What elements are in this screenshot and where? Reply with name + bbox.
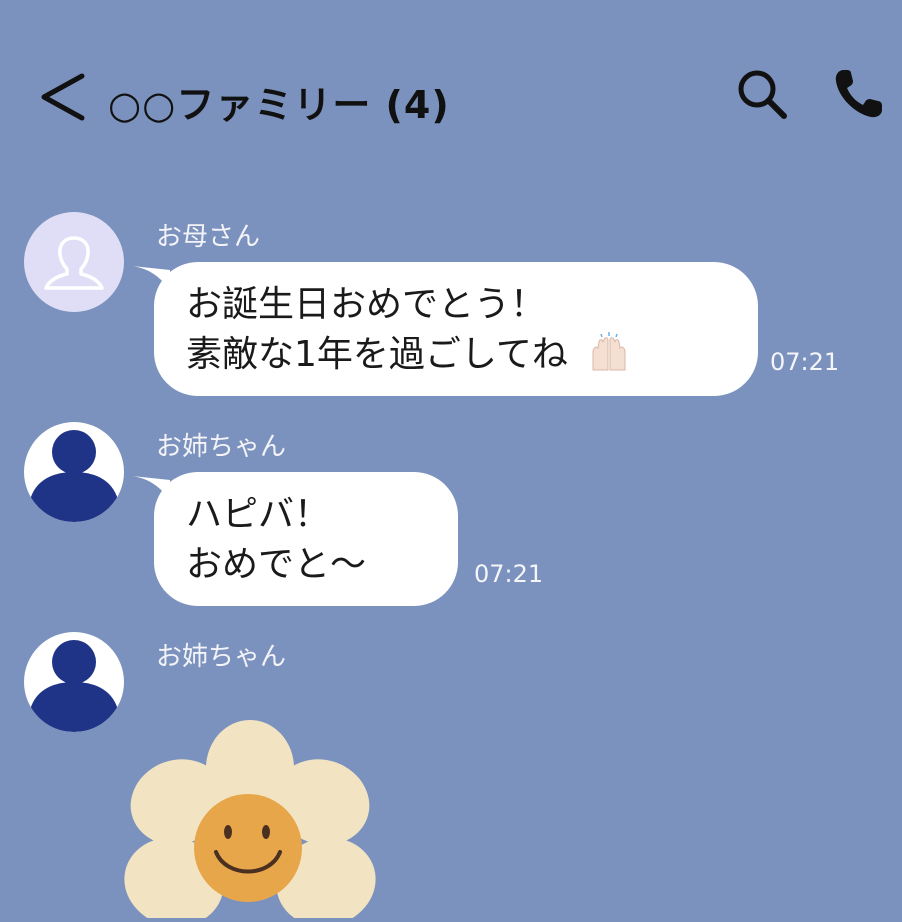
search-icon: [738, 70, 787, 119]
message-bubble[interactable]: お誕生日おめでとう！ 素敵な1年を過ごしてね: [132, 262, 758, 396]
smiling-flower-sticker: [124, 720, 376, 922]
bubble-tail: [132, 266, 170, 290]
search-button[interactable]: [732, 64, 792, 124]
bubble-tail: [132, 476, 170, 500]
phone-icon: [835, 70, 882, 118]
chat-header: ○○ファミリー (4): [0, 0, 902, 200]
call-button[interactable]: [830, 64, 890, 124]
message-text-line: おめでと〜: [186, 544, 367, 585]
back-button[interactable]: [34, 62, 94, 132]
sender-name: お姉ちゃん: [156, 642, 287, 672]
sender-name: お姉ちゃん: [156, 432, 287, 462]
avatar[interactable]: [24, 632, 124, 732]
sender-name: お母さん: [156, 222, 261, 252]
message-text-line: お誕生日おめでとう！: [186, 284, 547, 325]
chat-title: ○○ファミリー (4): [108, 83, 450, 127]
message-text-line: ハピバ！: [186, 494, 331, 535]
chevron-left-icon: [41, 73, 85, 121]
sticker[interactable]: [110, 718, 390, 922]
avatar[interactable]: [24, 212, 124, 312]
message-timestamp: 07:21: [474, 560, 544, 588]
avatar[interactable]: [24, 422, 124, 522]
default-user-icon: [44, 236, 104, 290]
user-silhouette-icon: [30, 430, 118, 522]
user-silhouette-icon: [30, 640, 118, 732]
raised-hands-icon: [592, 332, 626, 371]
message-timestamp: 07:21: [770, 348, 840, 376]
message-bubble[interactable]: ハピバ！ おめでと〜: [132, 472, 458, 606]
message-text-line: 素敵な1年を過ごしてね: [186, 330, 726, 380]
